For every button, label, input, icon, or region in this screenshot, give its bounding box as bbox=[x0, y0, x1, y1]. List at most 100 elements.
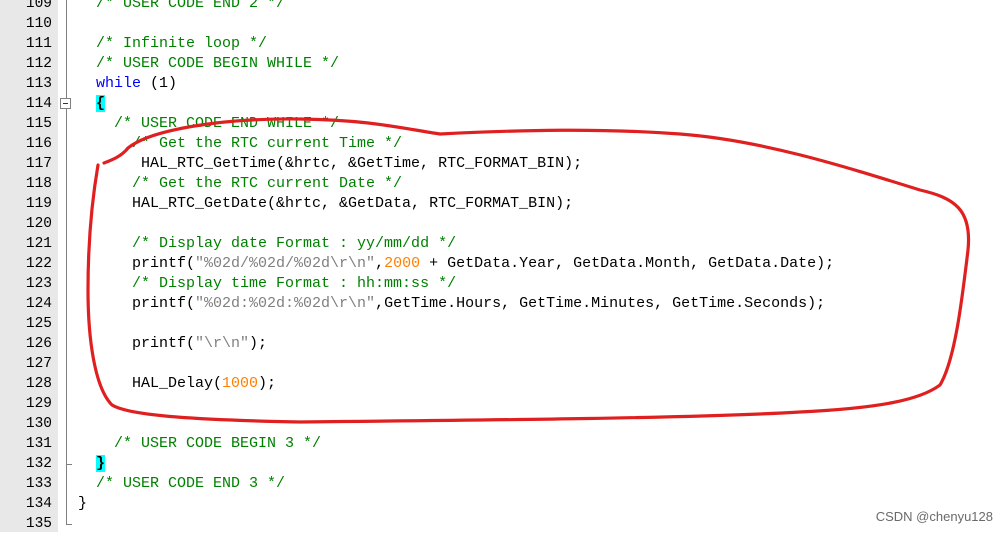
code-line[interactable]: HAL_RTC_GetTime(&hrtc, &GetTime, RTC_FOR… bbox=[78, 154, 582, 174]
line-number-gutter: 109 110 111 112 113 114 115 116 117 118 119 120 121 1… bbox=[0, 0, 58, 532]
code-line[interactable]: } bbox=[78, 454, 106, 474]
code-comment: /* USER CODE END WHILE */ bbox=[114, 115, 340, 132]
fold-toggle-icon[interactable] bbox=[60, 98, 71, 109]
code-comment: /* USER CODE END 2 */ bbox=[96, 0, 286, 12]
code-token: ,GetTime.Hours, GetTime.Minutes, GetTime… bbox=[375, 295, 826, 312]
code-line[interactable]: HAL_Delay(1000); bbox=[78, 374, 276, 394]
code-comment: /* Infinite loop */ bbox=[96, 35, 268, 52]
line-number: 115 bbox=[25, 116, 52, 132]
code-comment: /* Display time Format : hh:mm:ss */ bbox=[132, 275, 457, 292]
code-token: } bbox=[78, 495, 88, 512]
line-number: 114 bbox=[25, 96, 52, 112]
line-number: 112 bbox=[25, 56, 52, 72]
code-string: "\r\n" bbox=[195, 335, 250, 352]
code-token: printf( bbox=[132, 335, 196, 352]
code-line[interactable]: /* Display time Format : hh:mm:ss */ bbox=[78, 274, 456, 294]
code-line[interactable]: /* Get the RTC current Date */ bbox=[78, 174, 402, 194]
code-line[interactable]: { bbox=[78, 94, 106, 114]
line-number: 111 bbox=[25, 36, 52, 52]
matched-brace: { bbox=[96, 95, 106, 112]
matched-brace: } bbox=[96, 455, 106, 472]
fold-guide bbox=[66, 109, 67, 524]
code-keyword: while bbox=[96, 75, 142, 92]
code-line[interactable]: /* USER CODE BEGIN 3 */ bbox=[78, 434, 321, 454]
line-number: 125 bbox=[25, 316, 52, 332]
line-number: 110 bbox=[25, 16, 52, 32]
code-area[interactable]: /* USER CODE END 2 */ /* Infinite loop *… bbox=[78, 0, 1007, 532]
code-number: 2000 bbox=[384, 255, 421, 272]
code-line[interactable]: HAL_RTC_GetDate(&hrtc, &GetData, RTC_FOR… bbox=[78, 194, 573, 214]
fold-end-marker bbox=[66, 464, 72, 465]
line-number: 132 bbox=[25, 456, 52, 472]
line-number: 121 bbox=[25, 236, 52, 252]
code-token: HAL_RTC_GetTime(&hrtc, &GetTime, RTC_FOR… bbox=[141, 155, 583, 172]
line-number: 116 bbox=[25, 136, 52, 152]
line-number: 123 bbox=[25, 276, 52, 292]
line-number: 118 bbox=[25, 176, 52, 192]
code-line[interactable]: /* Display date Format : yy/mm/dd */ bbox=[78, 234, 456, 254]
code-comment: /* Display date Format : yy/mm/dd */ bbox=[132, 235, 457, 252]
line-number: 133 bbox=[25, 476, 52, 492]
code-token: (1) bbox=[141, 75, 178, 92]
code-line[interactable]: /* USER CODE END WHILE */ bbox=[78, 114, 339, 134]
line-number: 113 bbox=[25, 76, 52, 92]
line-number: 117 bbox=[25, 156, 52, 172]
line-number: 119 bbox=[25, 196, 52, 212]
code-string: "%02d/%02d/%02d\r\n" bbox=[195, 255, 376, 272]
line-number: 128 bbox=[25, 376, 52, 392]
code-token: HAL_Delay( bbox=[132, 375, 223, 392]
code-comment: /* USER CODE BEGIN WHILE */ bbox=[96, 55, 340, 72]
code-line[interactable]: /* USER CODE BEGIN WHILE */ bbox=[78, 54, 339, 74]
code-token: , bbox=[375, 255, 385, 272]
line-number: 124 bbox=[25, 296, 52, 312]
code-token: + GetData.Year, GetData.Month, GetData.D… bbox=[420, 255, 835, 272]
code-line[interactable]: /* USER CODE END 3 */ bbox=[78, 474, 285, 494]
code-line[interactable]: /* Get the RTC current Time */ bbox=[78, 134, 402, 154]
code-token: HAL_RTC_GetDate(&hrtc, &GetData, RTC_FOR… bbox=[132, 195, 574, 212]
code-line[interactable]: /* Infinite loop */ bbox=[78, 34, 267, 54]
code-comment: /* USER CODE BEGIN 3 */ bbox=[114, 435, 322, 452]
code-editor[interactable]: 109 110 111 112 113 114 115 116 117 118 119 120 121 1… bbox=[0, 0, 1007, 532]
fold-end-marker bbox=[66, 524, 72, 525]
watermark: CSDN @chenyu128 bbox=[875, 509, 993, 524]
code-comment: /* Get the RTC current Date */ bbox=[132, 175, 403, 192]
line-number: 130 bbox=[25, 416, 52, 432]
fold-guide bbox=[66, 0, 67, 98]
fold-margin bbox=[58, 0, 78, 532]
line-number: 109 bbox=[25, 0, 52, 12]
code-line[interactable]: printf("%02d:%02d:%02d\r\n",GetTime.Hour… bbox=[78, 294, 825, 314]
code-line[interactable]: printf("\r\n"); bbox=[78, 334, 267, 354]
code-number: 1000 bbox=[222, 375, 259, 392]
line-number: 122 bbox=[25, 256, 52, 272]
code-line[interactable]: } bbox=[78, 494, 87, 514]
line-number: 120 bbox=[25, 216, 52, 232]
line-number: 127 bbox=[25, 356, 52, 372]
code-line[interactable]: /* USER CODE END 2 */ bbox=[78, 0, 285, 14]
code-token: ); bbox=[258, 375, 277, 392]
code-string: "%02d:%02d:%02d\r\n" bbox=[195, 295, 376, 312]
line-number: 134 bbox=[25, 496, 52, 512]
code-comment: /* USER CODE END 3 */ bbox=[96, 475, 286, 492]
code-token: ); bbox=[249, 335, 268, 352]
code-line[interactable]: printf("%02d/%02d/%02d\r\n",2000 + GetDa… bbox=[78, 254, 834, 274]
code-comment: /* Get the RTC current Time */ bbox=[132, 135, 403, 152]
code-line[interactable]: while (1) bbox=[78, 74, 177, 94]
line-number: 131 bbox=[25, 436, 52, 452]
